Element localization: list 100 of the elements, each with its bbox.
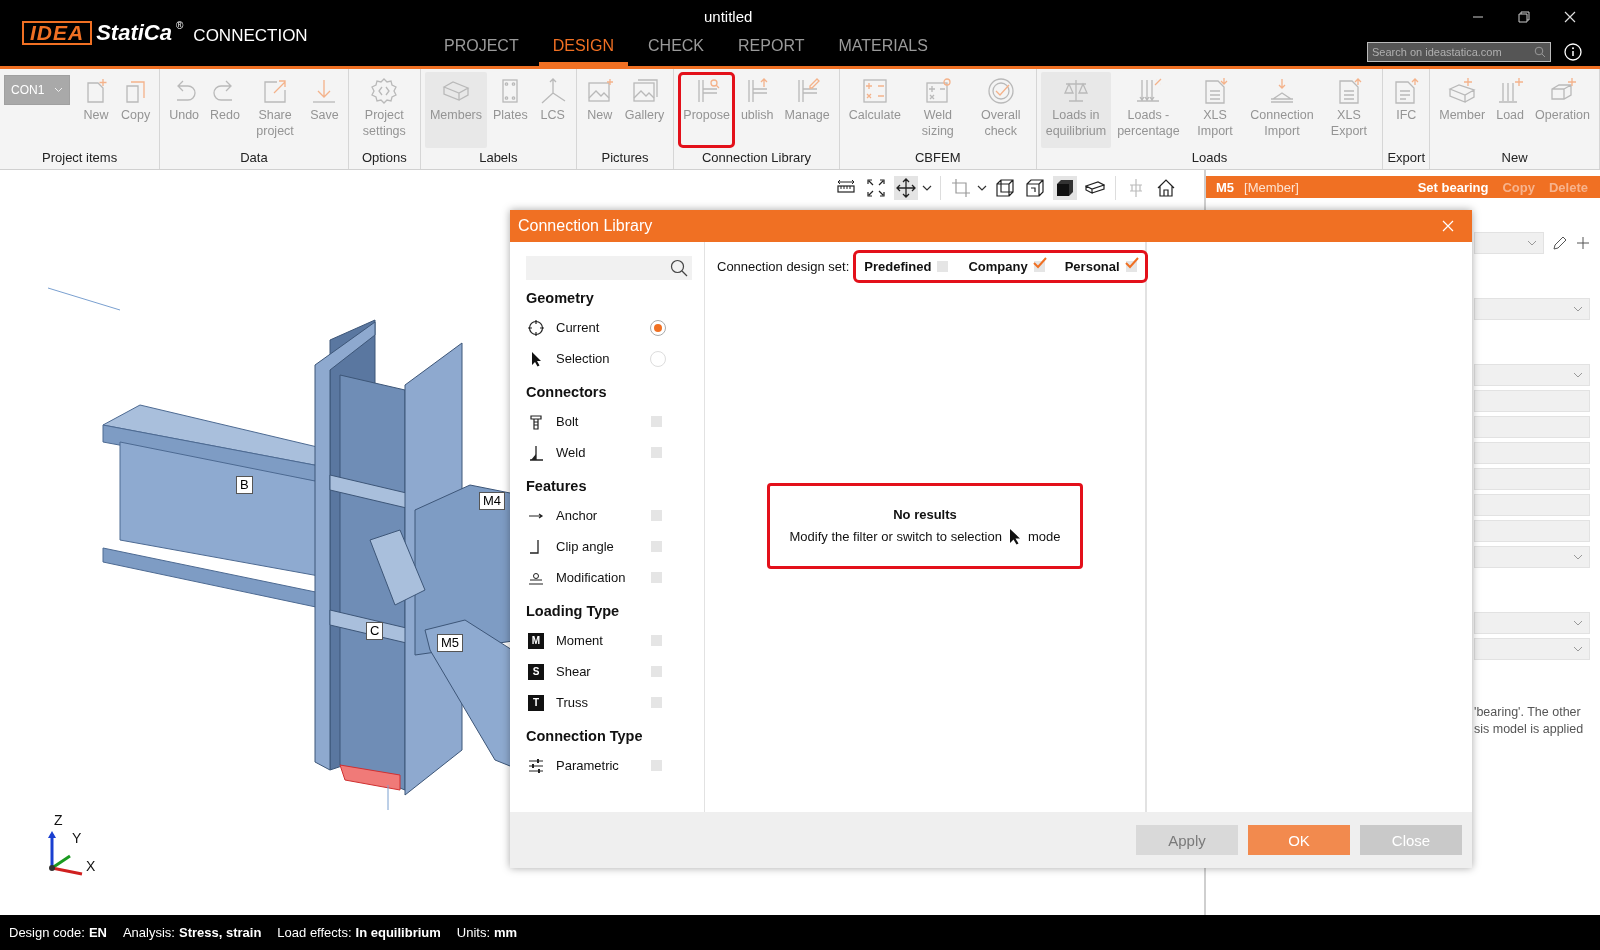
member-label: C	[366, 622, 384, 640]
checkbox[interactable]	[651, 510, 662, 521]
dropdown-field[interactable]	[1474, 364, 1590, 386]
solid-cube-icon[interactable]	[1053, 176, 1077, 200]
status-value: Stress, strain	[179, 925, 262, 940]
checkbox[interactable]	[651, 760, 662, 771]
option-label[interactable]: Current	[556, 320, 638, 335]
checkbox[interactable]	[651, 447, 662, 458]
input-field[interactable]	[1474, 390, 1590, 412]
dropdown-field[interactable]	[1474, 546, 1590, 568]
member-label: B	[236, 476, 253, 494]
member-label: M5	[437, 634, 464, 652]
filter-heading: Connectors	[526, 384, 608, 400]
chevron-icon	[1573, 554, 1583, 560]
logo-mark: IDEA	[22, 21, 93, 45]
search-field[interactable]	[526, 256, 692, 280]
input-field[interactable]	[1474, 494, 1590, 516]
option-label[interactable]: Modification	[556, 570, 639, 585]
axis-label: Y	[72, 830, 82, 846]
checkbox[interactable]	[651, 666, 662, 677]
message-text: mode	[1027, 529, 1061, 544]
option-label[interactable]: Predefined	[864, 259, 932, 274]
dialog-title: Connection Library	[518, 217, 653, 235]
filter-heading: Geometry	[526, 290, 595, 306]
panel-action[interactable]: Set bearing	[1415, 179, 1491, 195]
window-title: untitled	[703, 7, 754, 27]
input-field[interactable]	[1474, 442, 1590, 464]
load-arrows-icon	[1496, 77, 1525, 105]
menu-tab[interactable]: PROJECT	[430, 33, 533, 66]
option-label[interactable]: Parametric	[556, 758, 639, 773]
status-label: Design code:	[9, 925, 85, 940]
input-field[interactable]	[1474, 520, 1590, 542]
status-label: Analysis:	[122, 925, 175, 940]
checkbox[interactable]	[937, 261, 949, 272]
info-icon[interactable]	[1564, 43, 1582, 61]
menu-tab[interactable]: MATERIALS	[824, 33, 942, 66]
input-field[interactable]	[1474, 468, 1590, 490]
restore-icon[interactable]	[1518, 11, 1530, 23]
balance-scale-icon	[1061, 77, 1090, 105]
caret-icon[interactable]	[922, 185, 932, 191]
option-label[interactable]: Bolt	[556, 414, 639, 429]
option-label[interactable]: Truss	[556, 695, 639, 710]
pencil-icon[interactable]	[1552, 235, 1568, 251]
weld-icon	[528, 444, 544, 461]
filter-heading: Features	[526, 478, 588, 494]
filter-heading: Connection Type	[526, 728, 644, 744]
caret-icon[interactable]	[977, 185, 987, 191]
option-label[interactable]: Clip angle	[556, 539, 639, 554]
calculator-icon	[860, 77, 889, 105]
menu-tab[interactable]: REPORT	[724, 33, 819, 66]
image-icon	[585, 77, 614, 105]
ribbon-group-label: Options	[360, 149, 408, 167]
checkbox[interactable]	[651, 635, 662, 646]
dropdown-field[interactable]	[1474, 232, 1544, 254]
checkbox[interactable]	[651, 541, 662, 552]
status-value: mm	[494, 925, 518, 940]
dropdown-field[interactable]	[1474, 638, 1590, 660]
cursor-icon	[1007, 527, 1022, 546]
dropdown-field[interactable]	[1474, 298, 1590, 320]
plus-icon[interactable]	[1576, 236, 1590, 250]
bolt-icon	[528, 413, 544, 430]
menu-tab[interactable]: CHECK	[634, 33, 719, 66]
axis-label: X	[86, 858, 96, 874]
chevron-icon	[1573, 306, 1583, 312]
option-label[interactable]: Personal	[1064, 259, 1120, 274]
input-field[interactable]	[1474, 416, 1590, 438]
chevron-icon	[1573, 646, 1583, 652]
axis-label: Z	[54, 812, 63, 828]
option-label[interactable]: Weld	[556, 445, 639, 460]
checkbox[interactable]	[651, 697, 662, 708]
status-value: In equilibrium	[355, 925, 441, 940]
option-label[interactable]: Shear	[556, 664, 639, 679]
ifc-file-icon	[1392, 77, 1421, 105]
cube-icon[interactable]	[1023, 176, 1047, 200]
option-label[interactable]: Company	[968, 259, 1028, 274]
note-text: sis model is applied	[1474, 721, 1585, 738]
filter-heading: Loading Type	[526, 603, 621, 619]
checkbox[interactable]	[651, 572, 662, 583]
search-field[interactable]: Search on ideastatica.com	[1367, 42, 1551, 62]
dialog-button[interactable]: OK	[1248, 825, 1350, 855]
ribbon-group-label: Project items	[41, 149, 119, 167]
option-label[interactable]: Selection	[556, 351, 638, 366]
status-label: Load effects:	[277, 925, 352, 940]
chevron-icon	[1527, 240, 1537, 246]
status-value: EN	[88, 925, 107, 940]
registered-mark: ®	[176, 20, 184, 31]
checkbox[interactable]	[651, 416, 662, 427]
wireframe-cube-icon[interactable]	[993, 176, 1017, 200]
move-icon[interactable]	[894, 176, 918, 200]
close-icon[interactable]	[1564, 11, 1576, 23]
option-label[interactable]: Anchor	[556, 508, 639, 523]
message-title: No results	[893, 506, 957, 522]
option-label[interactable]: Moment	[556, 633, 639, 648]
ribbon-group-label: Data	[239, 149, 269, 167]
dropdown-field[interactable]	[1474, 612, 1590, 634]
ribbon-group-label: Export	[1387, 149, 1426, 167]
fit-view-icon[interactable]	[864, 176, 888, 200]
ribbon-group-label: New	[1500, 149, 1529, 167]
member-name: M5	[1216, 179, 1235, 195]
sliders-icon	[528, 757, 544, 774]
